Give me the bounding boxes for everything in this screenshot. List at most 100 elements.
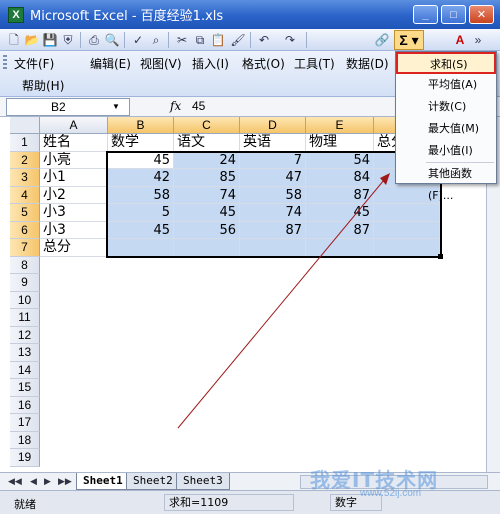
- row-header[interactable]: 1: [10, 134, 40, 152]
- menu-item-sum[interactable]: 求和(S): [396, 52, 496, 74]
- sheet-tab-2[interactable]: Sheet2: [126, 473, 180, 490]
- cell-d6[interactable]: 87: [240, 221, 306, 239]
- column-header-c[interactable]: C: [174, 117, 240, 134]
- cell-e6[interactable]: 87: [306, 221, 374, 239]
- paste-icon[interactable]: 📋: [210, 32, 226, 48]
- cell-d4[interactable]: 58: [240, 186, 306, 204]
- cell-d2[interactable]: 7: [240, 151, 306, 169]
- fill-handle[interactable]: [438, 254, 443, 259]
- cut-icon[interactable]: ✂: [174, 32, 190, 48]
- cell-a2[interactable]: 小亮: [40, 151, 108, 169]
- menu-data[interactable]: 数据(D): [346, 55, 389, 72]
- maximize-button[interactable]: □: [441, 5, 466, 24]
- cell-d7[interactable]: [240, 239, 306, 257]
- menu-edit[interactable]: 编辑(E): [90, 55, 131, 72]
- cell-c1[interactable]: 语文: [174, 134, 240, 152]
- cell-c2[interactable]: 24: [174, 151, 240, 169]
- row-header[interactable]: 19: [10, 449, 40, 467]
- cell-e3[interactable]: 84: [306, 169, 374, 187]
- minimize-button[interactable]: _: [413, 5, 438, 24]
- insert-function-icon[interactable]: fx: [170, 99, 181, 113]
- name-box-dropdown-icon[interactable]: ▼: [112, 102, 120, 111]
- status-sum[interactable]: 求和=1109: [164, 494, 294, 511]
- sheet-tab-1[interactable]: Sheet1: [76, 473, 130, 490]
- row-header[interactable]: 18: [10, 431, 40, 449]
- formula-input[interactable]: 45: [192, 99, 205, 113]
- print-preview-icon[interactable]: 🔍: [104, 32, 120, 48]
- undo-icon[interactable]: ↶: [256, 32, 272, 48]
- cell-b1[interactable]: 数学: [108, 134, 174, 152]
- cell-c7[interactable]: [174, 239, 240, 257]
- toolbar-options-icon[interactable]: »: [470, 32, 486, 48]
- column-header-e[interactable]: E: [306, 117, 374, 134]
- row-header[interactable]: 10: [10, 291, 40, 309]
- select-all-corner[interactable]: [10, 117, 40, 134]
- menu-view[interactable]: 视图(V): [140, 55, 182, 72]
- cell-b4[interactable]: 58: [108, 186, 174, 204]
- redo-icon[interactable]: ↷: [282, 32, 298, 48]
- cell-c4[interactable]: 74: [174, 186, 240, 204]
- column-header-a[interactable]: A: [40, 117, 108, 134]
- first-sheet-icon[interactable]: ◀◀: [8, 476, 22, 487]
- cell-a1[interactable]: 姓名: [40, 134, 108, 152]
- cell-c6[interactable]: 56: [174, 221, 240, 239]
- row-header[interactable]: 4: [10, 186, 40, 204]
- menu-item-average[interactable]: 平均值(A): [396, 74, 496, 96]
- cell-e1[interactable]: 物理: [306, 134, 374, 152]
- row-header[interactable]: 8: [10, 256, 40, 274]
- menu-item-more-functions[interactable]: 其他函数(F)...: [396, 163, 496, 202]
- row-header[interactable]: 2: [10, 151, 40, 169]
- excel-app-icon[interactable]: X: [8, 6, 24, 23]
- row-header[interactable]: 12: [10, 326, 40, 344]
- cell-e7[interactable]: [306, 239, 374, 257]
- cell-c3[interactable]: 85: [174, 169, 240, 187]
- cell-b7[interactable]: [108, 239, 174, 257]
- menu-help[interactable]: 帮助(H): [22, 77, 64, 94]
- sheet-tab-3[interactable]: Sheet3: [176, 473, 230, 490]
- cell-a5[interactable]: 小3: [40, 204, 108, 222]
- close-button[interactable]: ✕: [469, 5, 494, 24]
- spelling-icon[interactable]: ✓: [130, 32, 146, 48]
- row-header[interactable]: 9: [10, 274, 40, 292]
- cell-e5[interactable]: 45: [306, 204, 374, 222]
- row-header[interactable]: 7: [10, 239, 40, 257]
- menu-item-min[interactable]: 最小值(I): [396, 140, 496, 162]
- menu-item-max[interactable]: 最大值(M): [396, 118, 496, 140]
- row-header[interactable]: 6: [10, 221, 40, 239]
- save-icon[interactable]: 💾: [42, 32, 58, 48]
- menu-format[interactable]: 格式(O): [242, 55, 285, 72]
- cell-f7[interactable]: [374, 239, 440, 257]
- row-header[interactable]: 15: [10, 379, 40, 397]
- cell-e2[interactable]: 54: [306, 151, 374, 169]
- cell-f1[interactable]: 总分: [374, 134, 396, 152]
- row-header[interactable]: 3: [10, 169, 40, 187]
- open-icon[interactable]: 📂: [24, 32, 40, 48]
- cell-a7[interactable]: 总分: [40, 239, 108, 257]
- menubar-grip[interactable]: [3, 55, 7, 71]
- menu-insert[interactable]: 插入(I): [192, 55, 229, 72]
- column-header-d[interactable]: D: [240, 117, 306, 134]
- cell-d5[interactable]: 74: [240, 204, 306, 222]
- cell-f6[interactable]: [374, 221, 440, 239]
- menu-item-count[interactable]: 计数(C): [396, 96, 496, 118]
- row-header[interactable]: 14: [10, 361, 40, 379]
- cell-d1[interactable]: 英语: [240, 134, 306, 152]
- new-icon[interactable]: 🗋: [6, 32, 22, 48]
- last-sheet-icon[interactable]: ▶▶: [58, 476, 72, 487]
- copy-icon[interactable]: ⧉: [192, 32, 208, 48]
- research-icon[interactable]: ⌕: [148, 32, 164, 48]
- row-header[interactable]: 5: [10, 204, 40, 222]
- menu-tools[interactable]: 工具(T): [294, 55, 335, 72]
- cell-b3[interactable]: 42: [108, 169, 174, 187]
- cell-d3[interactable]: 47: [240, 169, 306, 187]
- format-painter-icon[interactable]: 🖌: [230, 32, 246, 48]
- row-header[interactable]: 16: [10, 396, 40, 414]
- print-icon[interactable]: ⎙: [86, 32, 102, 48]
- cell-c5[interactable]: 45: [174, 204, 240, 222]
- cell-b2[interactable]: 45: [108, 151, 174, 169]
- cell-b6[interactable]: 45: [108, 221, 174, 239]
- cell-e4[interactable]: 87: [306, 186, 374, 204]
- cell-b5[interactable]: 5: [108, 204, 174, 222]
- hyperlink-icon[interactable]: 🔗: [374, 32, 390, 48]
- permission-icon[interactable]: ⛨: [60, 32, 76, 48]
